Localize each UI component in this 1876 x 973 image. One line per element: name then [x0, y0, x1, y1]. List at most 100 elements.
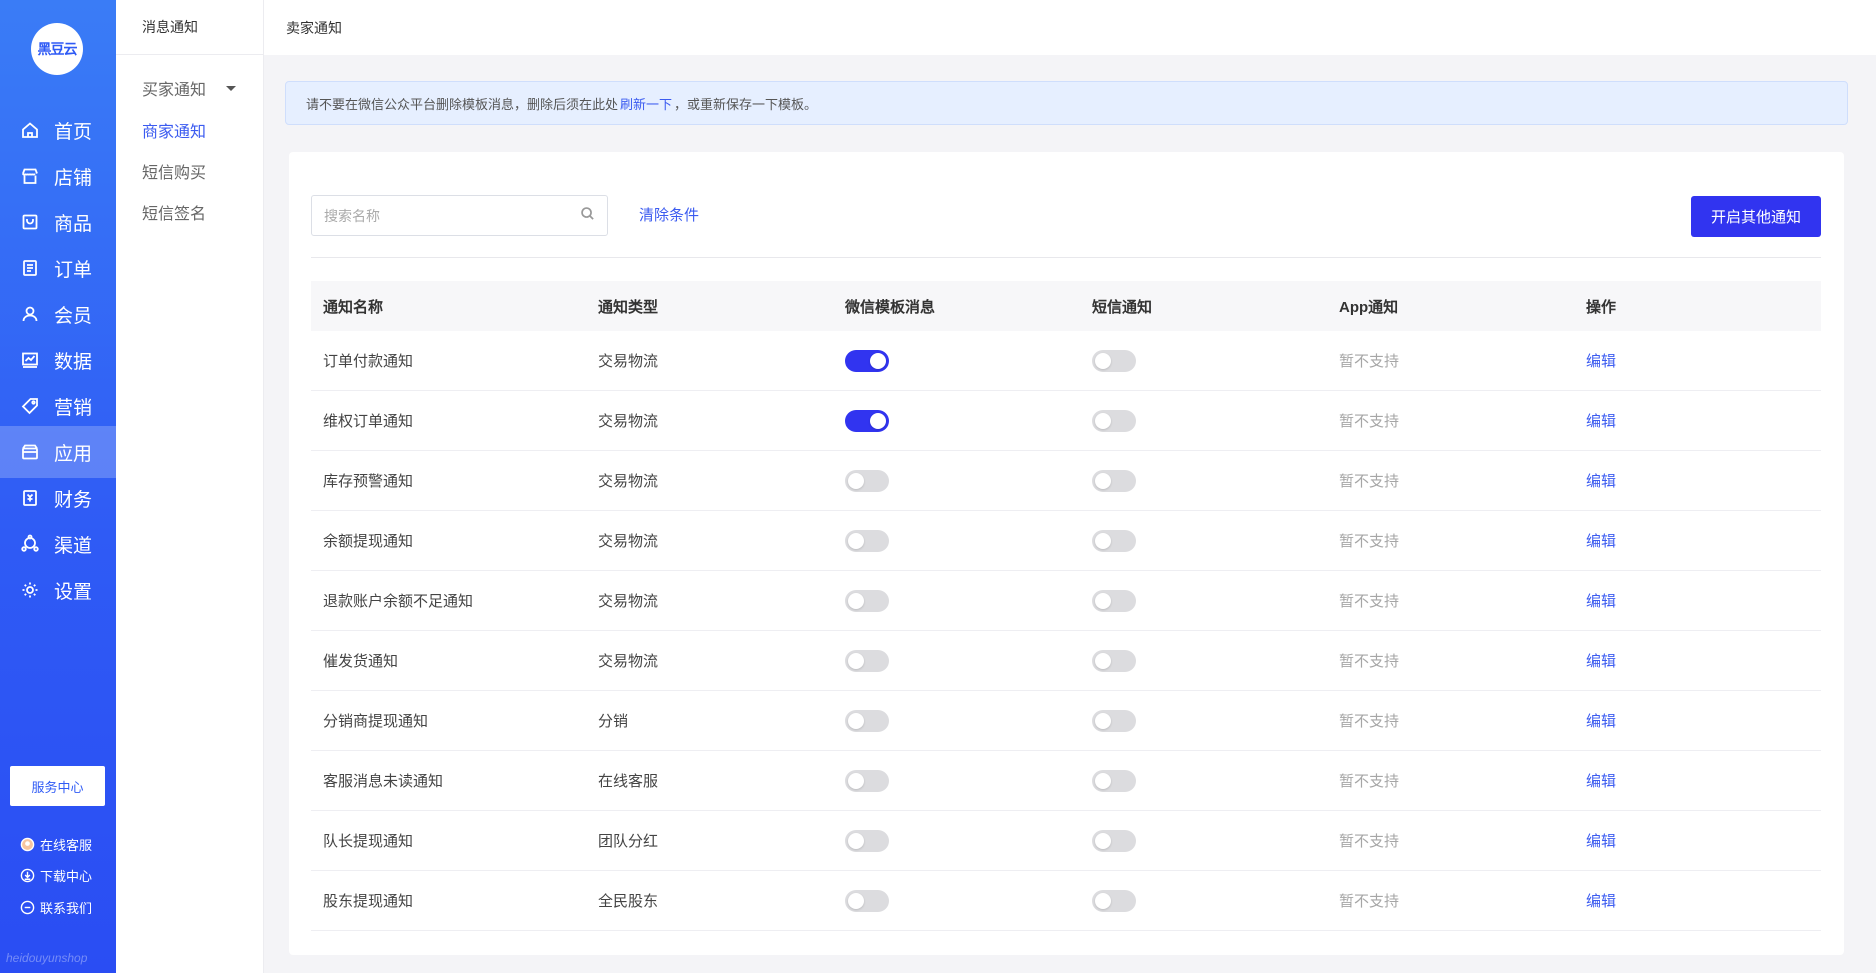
nav-item-2[interactable]: 商品 [0, 196, 116, 248]
caret-down-icon[interactable] [226, 85, 237, 91]
nav-item-6[interactable]: 营销 [0, 380, 116, 432]
wechat-cell [833, 769, 1080, 792]
search-input[interactable] [324, 207, 580, 224]
wechat-toggle[interactable] [845, 589, 889, 612]
wechat-toggle[interactable] [845, 769, 889, 792]
nav-item-10[interactable]: 设置 [0, 564, 116, 616]
table-row: 分销商提现通知 分销 暂不支持 编辑 [311, 691, 1821, 751]
wechat-toggle[interactable] [845, 469, 889, 492]
contact-us-label: 联系我们 [40, 901, 93, 916]
sms-toggle[interactable] [1092, 529, 1136, 552]
toggle-knob [1095, 532, 1111, 549]
open-other-notifications-button[interactable]: 开启其他通知 [1691, 196, 1821, 237]
sms-toggle[interactable] [1092, 769, 1136, 792]
sms-cell [1080, 889, 1327, 912]
table-header: 通知名称 通知类型 微信模板消息 短信通知 App通知 操作 [311, 281, 1821, 331]
tag-icon [20, 396, 40, 416]
notification-name: 维权订单通知 [323, 413, 414, 430]
subnav-item-0[interactable]: 买家通知 [142, 76, 237, 100]
sms-toggle[interactable] [1092, 589, 1136, 612]
nav-item-9[interactable]: 渠道 [0, 518, 116, 570]
nav-item-5[interactable]: 数据 [0, 334, 116, 386]
watermark: heidouyunshop [6, 951, 88, 965]
edit-link[interactable]: 编辑 [1586, 533, 1616, 550]
action-cell: 编辑 [1574, 890, 1821, 911]
edit-link[interactable]: 编辑 [1586, 713, 1616, 730]
edit-link[interactable]: 编辑 [1586, 893, 1616, 910]
table-row: 维权订单通知 交易物流 暂不支持 编辑 [311, 391, 1821, 451]
wechat-toggle[interactable] [845, 649, 889, 672]
subnav-item-3[interactable]: 短信签名 [142, 200, 206, 224]
nav-item-label: 店铺 [54, 167, 93, 189]
sms-toggle[interactable] [1092, 829, 1136, 852]
nav-item-1[interactable]: 店铺 [0, 150, 116, 202]
service-center-button[interactable]: 服务中心 [10, 766, 105, 806]
sms-cell [1080, 349, 1327, 372]
wechat-cell [833, 409, 1080, 432]
wechat-toggle[interactable] [845, 709, 889, 732]
notification-type: 交易物流 [598, 533, 659, 550]
table-row: 股东提现通知 全民股东 暂不支持 编辑 [311, 871, 1821, 931]
wechat-toggle[interactable] [845, 409, 889, 432]
toggle-knob [848, 652, 864, 669]
refresh-link[interactable]: 刷新一下 [620, 94, 672, 113]
brand-logo[interactable]: 黑豆云 [31, 23, 83, 75]
wechat-toggle[interactable] [845, 889, 889, 912]
wechat-cell [833, 889, 1080, 912]
sms-cell [1080, 589, 1327, 612]
wechat-cell [833, 709, 1080, 732]
sms-toggle[interactable] [1092, 469, 1136, 492]
wechat-toggle[interactable] [845, 349, 889, 372]
app-icon [20, 442, 40, 462]
edit-link[interactable]: 编辑 [1586, 773, 1616, 790]
edit-link[interactable]: 编辑 [1586, 593, 1616, 610]
edit-link[interactable]: 编辑 [1586, 473, 1616, 490]
edit-link[interactable]: 编辑 [1586, 833, 1616, 850]
sms-toggle[interactable] [1092, 709, 1136, 732]
toggle-knob [1095, 772, 1111, 789]
edit-link[interactable]: 编辑 [1586, 413, 1616, 430]
wechat-toggle[interactable] [845, 829, 889, 852]
sms-cell [1080, 649, 1327, 672]
notification-type: 交易物流 [598, 593, 659, 610]
sms-toggle[interactable] [1092, 409, 1136, 432]
contact-icon [20, 900, 35, 915]
wechat-cell [833, 349, 1080, 372]
search-icon[interactable] [580, 206, 595, 226]
subnav-item-2[interactable]: 短信购买 [142, 159, 206, 183]
sms-toggle[interactable] [1092, 649, 1136, 672]
nav-item-3[interactable]: 订单 [0, 242, 116, 294]
download-icon [20, 868, 35, 883]
sms-toggle[interactable] [1092, 349, 1136, 372]
nav-item-4[interactable]: 会员 [0, 288, 116, 340]
notifications-table: 通知名称 通知类型 微信模板消息 短信通知 App通知 操作 订单付款通知交易物… [311, 281, 1821, 931]
nav-item-label: 渠道 [54, 535, 93, 557]
online-service-link[interactable]: 在线客服 [20, 835, 92, 854]
nav-item-0[interactable]: 首页 [0, 104, 116, 156]
contact-us-link[interactable]: 联系我们 [20, 898, 92, 917]
goods-icon [20, 212, 40, 232]
wechat-toggle[interactable] [845, 529, 889, 552]
sms-cell [1080, 469, 1327, 492]
edit-link[interactable]: 编辑 [1586, 653, 1616, 670]
sms-cell [1080, 409, 1327, 432]
sms-toggle[interactable] [1092, 889, 1136, 912]
subnav-item-1[interactable]: 商家通知 [142, 118, 206, 142]
nav-item-label: 财务 [54, 489, 93, 511]
sms-cell [1080, 829, 1327, 852]
nav-item-label: 首页 [54, 121, 93, 143]
edit-link[interactable]: 编辑 [1586, 353, 1616, 370]
nav-item-8[interactable]: 财务 [0, 472, 116, 524]
clear-filters-link[interactable]: 清除条件 [639, 204, 699, 225]
table-row: 退款账户余额不足通知 交易物流 暂不支持 编辑 [311, 571, 1821, 631]
download-center-link[interactable]: 下载中心 [20, 866, 92, 885]
gear-icon [20, 580, 40, 600]
action-cell: 编辑 [1574, 410, 1821, 431]
table-row: 队长提现通知 团队分红 暂不支持 编辑 [311, 811, 1821, 871]
toggle-knob [848, 832, 864, 849]
app-status: 暂不支持 [1339, 653, 1400, 670]
notification-name: 订单付款通知 [323, 353, 414, 370]
store-icon [20, 166, 40, 186]
app-status: 暂不支持 [1339, 473, 1400, 490]
nav-item-7[interactable]: 应用 [0, 426, 116, 478]
